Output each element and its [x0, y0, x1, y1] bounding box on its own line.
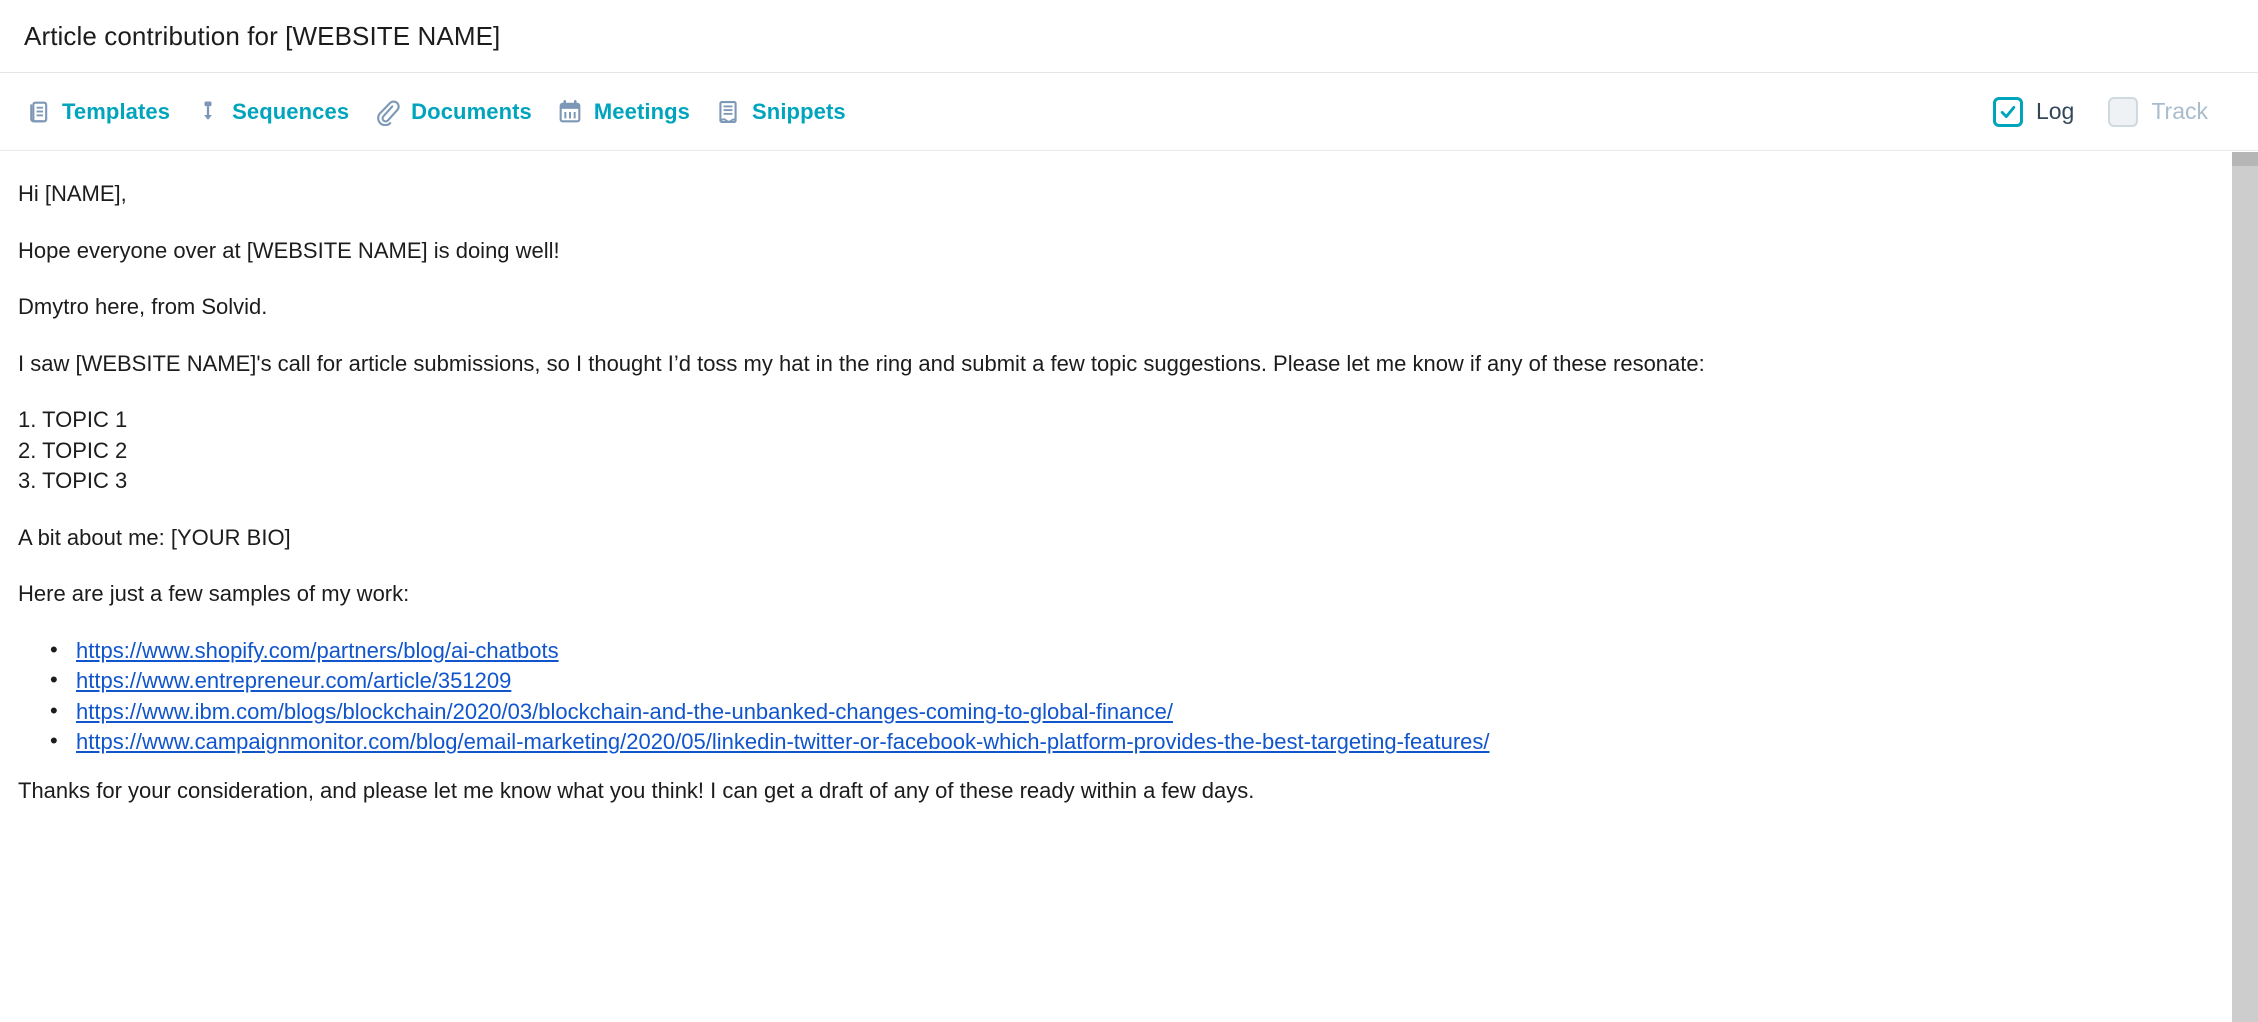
paragraph-1: Hope everyone over at [WEBSITE NAME] is …: [18, 237, 560, 263]
toolbar-label-meetings: Meetings: [593, 98, 691, 124]
toolbar-item-snippets[interactable]: Snippets: [714, 94, 860, 130]
checkmark-icon: [2000, 105, 2016, 118]
track-label: Track: [2151, 98, 2208, 124]
sample-link[interactable]: https://www.ibm.com/blogs/blockchain/202…: [76, 699, 1173, 724]
toolbar-label-sequences: Sequences: [232, 98, 350, 124]
compose-toolbar: Templates Sequences Documents Meetings S…: [0, 73, 2258, 151]
paperclip-icon: [373, 98, 401, 126]
toolbar-item-sequences[interactable]: Sequences: [194, 94, 363, 130]
sample-links-list: https://www.shopify.com/partners/blog/ai…: [18, 637, 2228, 755]
track-checkbox[interactable]: [2108, 96, 2139, 127]
toolbar-item-meetings[interactable]: Meetings: [556, 94, 704, 130]
sample-link[interactable]: https://www.shopify.com/partners/blog/ai…: [76, 638, 559, 663]
list-item: https://www.entrepreneur.com/article/351…: [50, 667, 2228, 694]
snippet-icon: [714, 98, 742, 126]
scrollbar-thumb[interactable]: [2232, 152, 2258, 166]
samples-intro: Here are just a few samples of my work:: [18, 581, 410, 607]
toolbar-item-templates[interactable]: Templates: [24, 94, 184, 130]
list-item: 2. TOPIC 2: [18, 437, 128, 463]
toolbar-actions: Templates Sequences Documents Meetings S…: [24, 94, 1993, 130]
list-item: 3. TOPIC 3: [18, 468, 128, 494]
toolbar-item-documents[interactable]: Documents: [373, 94, 546, 130]
paragraph-3: I saw [WEBSITE NAME]'s call for article …: [18, 350, 1705, 376]
list-item: https://www.campaignmonitor.com/blog/ema…: [50, 728, 2228, 755]
calendar-icon: [556, 98, 584, 126]
templates-icon: [24, 98, 52, 126]
toolbar-label-documents: Documents: [411, 98, 532, 124]
paragraph-2: Dmytro here, from Solvid.: [18, 294, 268, 320]
list-item: https://www.shopify.com/partners/blog/ai…: [50, 637, 2228, 664]
sample-link[interactable]: https://www.entrepreneur.com/article/351…: [76, 668, 511, 693]
log-label: Log: [2035, 98, 2075, 124]
greeting-line: Hi [NAME],: [18, 181, 127, 206]
closing-paragraph: Thanks for your consideration, and pleas…: [18, 777, 1255, 803]
toolbar-label-templates: Templates: [62, 98, 171, 124]
sample-link[interactable]: https://www.campaignmonitor.com/blog/ema…: [76, 729, 1490, 754]
subject-bar: Article contribution for [WEBSITE NAME]: [0, 0, 2258, 73]
bio-line: A bit about me: [YOUR BIO]: [18, 524, 291, 550]
track-toggle[interactable]: Track: [2108, 96, 2208, 127]
topic-list: 1. TOPIC 1 2. TOPIC 2 3. TOPIC 3: [18, 407, 2228, 494]
toolbar-toggles: Log Track: [1992, 96, 2234, 127]
log-toggle[interactable]: Log: [1992, 96, 2075, 127]
subject-line[interactable]: Article contribution for [WEBSITE NAME]: [24, 21, 500, 52]
toolbar-label-snippets: Snippets: [752, 98, 846, 124]
list-item: 1. TOPIC 1: [18, 407, 128, 433]
list-item: https://www.ibm.com/blogs/blockchain/202…: [50, 698, 2228, 725]
log-checkbox[interactable]: [1992, 96, 2023, 127]
vertical-scrollbar[interactable]: [2232, 152, 2258, 1022]
email-body[interactable]: Hi [NAME], Hope everyone over at [WEBSIT…: [0, 151, 2258, 803]
sequences-icon: [194, 98, 222, 126]
